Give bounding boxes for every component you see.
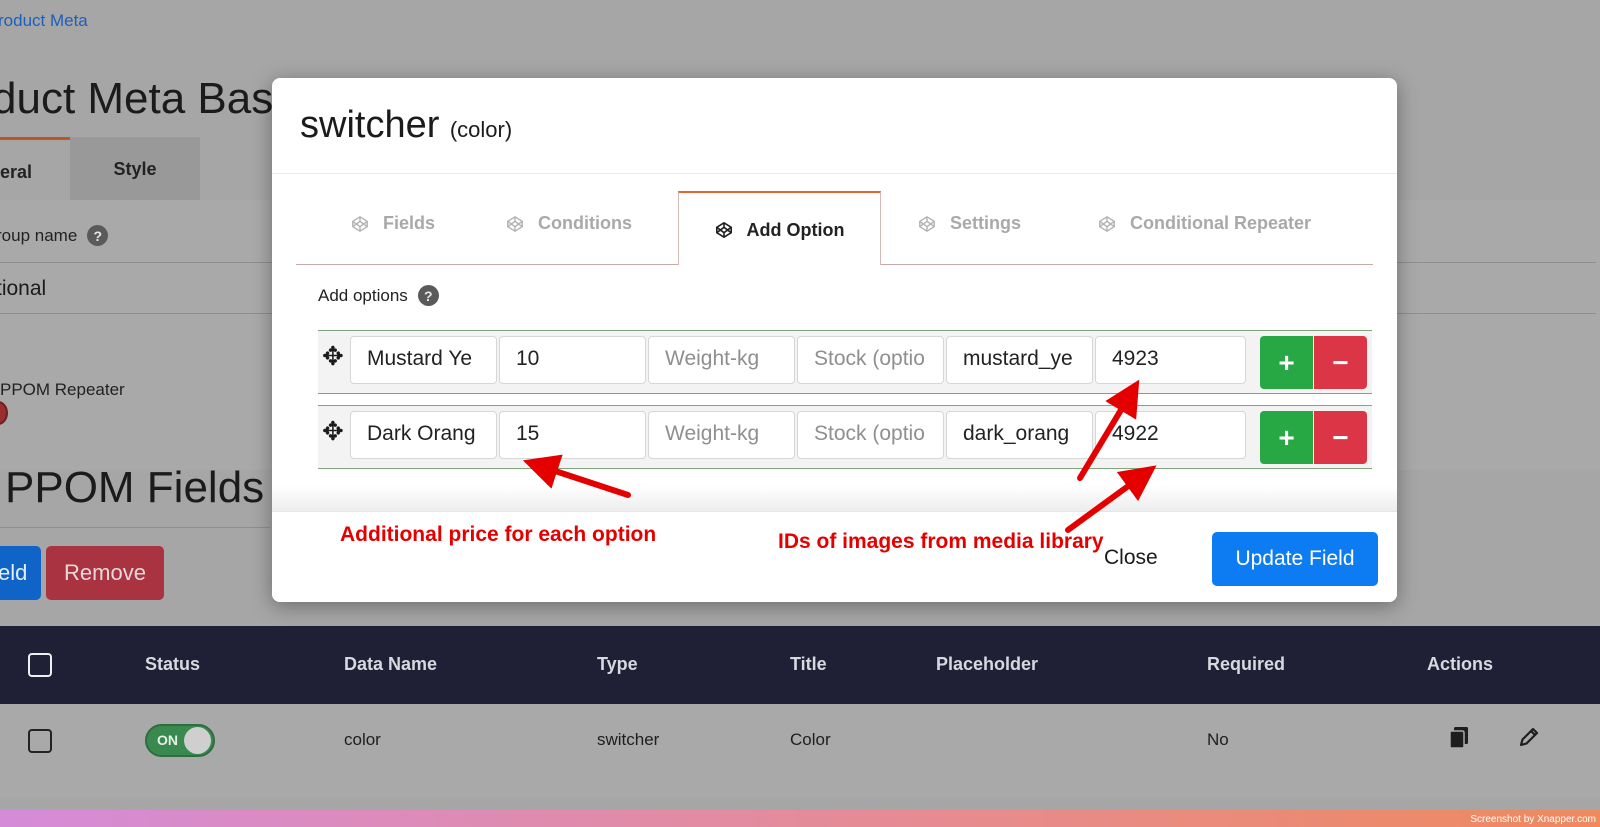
codepen-icon	[715, 221, 732, 239]
remove-option-button[interactable]: −	[1314, 411, 1367, 464]
select-all-checkbox[interactable]	[28, 653, 52, 677]
repeater-label: PPOM Repeater	[0, 380, 125, 399]
tab-conditions[interactable]: Conditions	[506, 213, 632, 234]
option-weight-input[interactable]: Weight-kg	[648, 411, 795, 459]
codepen-icon	[352, 215, 368, 232]
remove-option-button[interactable]: −	[1314, 336, 1367, 389]
option-price-input[interactable]: 10	[499, 336, 646, 384]
group-name-text: roup name	[0, 225, 78, 245]
toggle-knob	[184, 727, 211, 754]
codepen-icon	[507, 215, 523, 232]
tab-settings-label: Settings	[950, 213, 1022, 233]
header-required[interactable]: Required	[1207, 654, 1285, 675]
modal-subtitle: (color)	[449, 117, 513, 142]
add-options-label: Add options ?	[318, 285, 439, 306]
divider	[0, 527, 270, 528]
option-image-id-input[interactable]: 4923	[1095, 336, 1246, 384]
breadcrumb-link[interactable]: roduct Meta	[0, 11, 88, 31]
add-option-button[interactable]: +	[1260, 336, 1313, 389]
tab-add-option-label: Add Option	[746, 219, 845, 240]
tab-style[interactable]: Style	[70, 137, 200, 201]
tab-fields-label: Fields	[383, 213, 436, 233]
tab-conditional-repeater-label: Conditional Repeater	[1130, 213, 1312, 233]
cell-type: switcher	[597, 730, 660, 749]
table-row: ON color switcher Color No	[0, 704, 1600, 798]
divider	[296, 264, 679, 265]
status-toggle-label: ON	[157, 732, 178, 748]
header-title[interactable]: Title	[790, 654, 827, 675]
modal-header: switcher (color)	[272, 78, 1397, 174]
scroll-fade	[272, 486, 1397, 512]
option-id-input[interactable]: mustard_ye	[946, 336, 1093, 384]
header-placeholder[interactable]: Placeholder	[936, 654, 1038, 675]
tab-conditions-label: Conditions	[538, 213, 632, 233]
drag-handle-icon[interactable]: ✥	[322, 416, 344, 447]
drag-handle-icon[interactable]: ✥	[322, 341, 344, 372]
codepen-icon	[919, 215, 935, 232]
table-header: Status Data Name Type Title Placeholder …	[0, 626, 1600, 704]
header-status[interactable]: Status	[145, 654, 200, 675]
update-field-button[interactable]: Update Field	[1212, 532, 1378, 586]
header-actions: Actions	[1427, 654, 1494, 674]
option-name-input[interactable]: Dark Orang	[350, 411, 497, 459]
group-name-label: roup name ?	[0, 225, 109, 246]
close-button[interactable]: Close	[1104, 546, 1158, 570]
status-toggle[interactable]: ON	[145, 724, 215, 757]
copy-icon[interactable]	[1448, 726, 1470, 756]
add-options-text: Add options	[318, 285, 408, 305]
page-title: duct Meta Basi	[0, 74, 284, 123]
tab-fields[interactable]: Fields	[351, 213, 435, 234]
codepen-icon	[1099, 215, 1115, 232]
option-row: ✥ Dark Orang 15 Weight-kg Stock (optio d…	[318, 405, 1372, 469]
option-stock-input[interactable]: Stock (optio	[797, 411, 944, 459]
modal-tabs: Fields Conditions Add Option Settings Co…	[296, 191, 1373, 343]
divider	[880, 264, 1373, 265]
option-price-input[interactable]: 15	[499, 411, 646, 459]
annotation-price: Additional price for each option	[340, 523, 657, 546]
fields-heading: PPOM Fields	[5, 463, 265, 512]
tab-general[interactable]: eral	[0, 137, 70, 201]
edit-pencil-icon[interactable]	[1518, 726, 1540, 754]
option-stock-input[interactable]: Stock (optio	[797, 336, 944, 384]
add-field-button[interactable]: eld	[0, 546, 41, 600]
tab-conditional-repeater[interactable]: Conditional Repeater	[1098, 213, 1311, 234]
option-name-input[interactable]: Mustard Ye	[350, 336, 497, 384]
tab-settings[interactable]: Settings	[918, 213, 1021, 234]
row-checkbox[interactable]	[28, 729, 52, 753]
cell-data-name: color	[344, 730, 381, 749]
footer-credit: Screenshot by Xnapper.com	[1470, 814, 1596, 825]
option-id-input[interactable]: dark_orang	[946, 411, 1093, 459]
cell-required: No	[1207, 730, 1229, 749]
option-row: ✥ Mustard Ye 10 Weight-kg Stock (optio m…	[318, 330, 1372, 394]
help-icon[interactable]: ?	[87, 225, 109, 246]
modal-title: switcher	[300, 104, 440, 146]
option-weight-input[interactable]: Weight-kg	[648, 336, 795, 384]
add-option-button[interactable]: +	[1260, 411, 1313, 464]
option-image-id-input[interactable]: 4922	[1095, 411, 1246, 459]
header-data-name[interactable]: Data Name	[344, 654, 437, 675]
help-icon[interactable]: ?	[417, 285, 439, 306]
tab-add-option[interactable]: Add Option	[678, 191, 881, 265]
cell-title: Color	[790, 730, 831, 749]
header-type[interactable]: Type	[597, 654, 638, 675]
remove-button[interactable]: Remove	[46, 546, 164, 600]
annotation-image-ids: IDs of images from media library	[778, 530, 1104, 553]
